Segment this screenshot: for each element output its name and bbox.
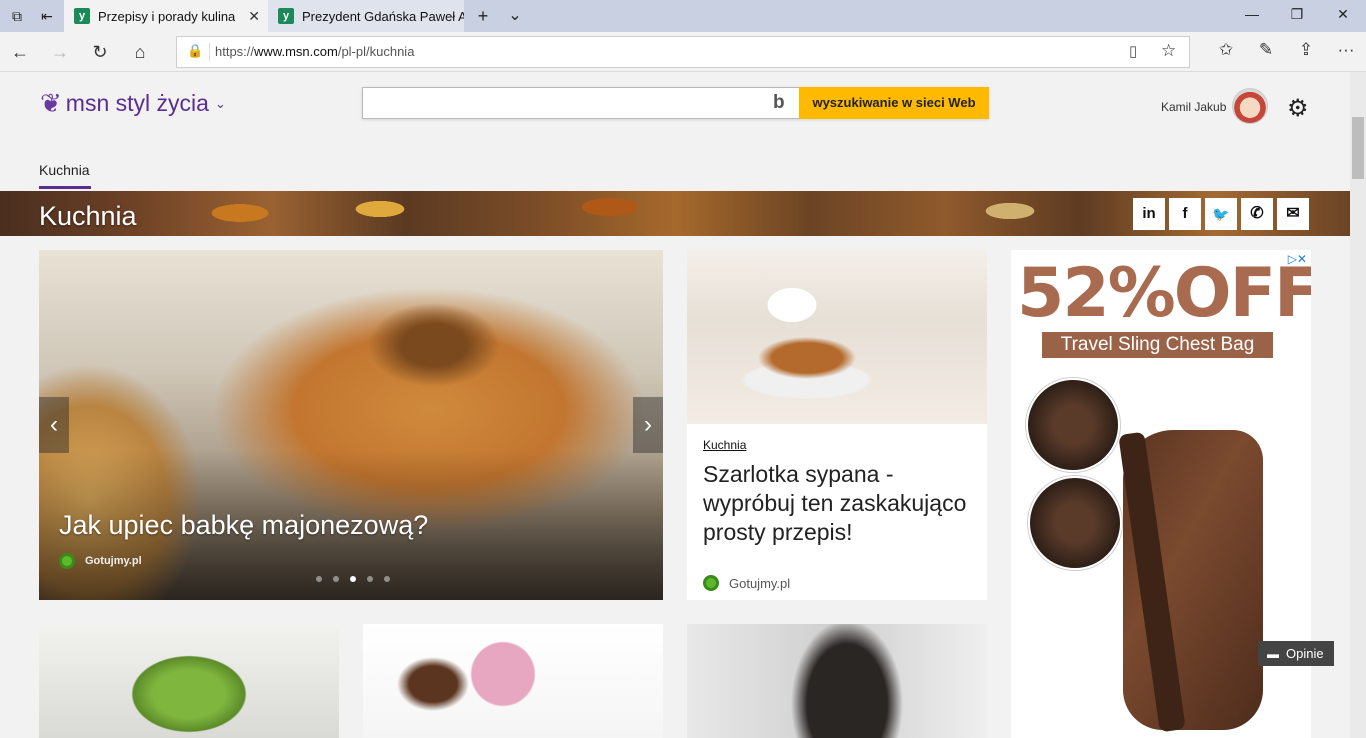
refresh-icon[interactable]: ↻ <box>88 40 112 64</box>
tab-title: Przepisy i porady kulina <box>98 8 236 24</box>
slider-dots <box>316 576 390 582</box>
forward-icon[interactable]: → <box>48 40 72 64</box>
hero-source[interactable]: Gotujmy.pl <box>59 553 142 569</box>
feedback-button[interactable]: ▬ Opinie <box>1258 641 1334 666</box>
article-tile[interactable] <box>363 624 663 738</box>
article-tile[interactable] <box>687 624 987 738</box>
hero-title[interactable]: Jak upiec babkę majonezową? <box>59 510 428 541</box>
url-separator <box>209 43 210 61</box>
article-source[interactable]: Gotujmy.pl <box>703 575 790 591</box>
ad-detail-image <box>1026 378 1120 472</box>
close-tab-icon[interactable]: ✕ <box>248 8 260 25</box>
article-image[interactable] <box>687 250 987 424</box>
slider-prev-icon[interactable]: ‹ <box>39 397 69 453</box>
ad-subtitle: Travel Sling Chest Bag <box>1042 332 1273 358</box>
home-icon[interactable]: ⌂ <box>128 40 152 64</box>
hero-source-label: Gotujmy.pl <box>85 555 142 567</box>
source-logo-icon <box>703 575 719 591</box>
tab-list-chevron-icon[interactable]: ⌄ <box>506 7 524 25</box>
logo-text: msn styl życia <box>65 90 209 116</box>
article-tile[interactable] <box>39 624 339 738</box>
slider-next-icon[interactable]: › <box>633 397 663 453</box>
scrollbar-thumb[interactable] <box>1352 117 1364 179</box>
msn-logo[interactable]: ❦ msn styl życia ⌄ <box>40 88 226 119</box>
favorite-star-icon[interactable]: ☆ <box>1161 41 1176 61</box>
url-text[interactable]: https://www.msn.com/pl-pl/kuchnia <box>215 44 414 59</box>
chevron-down-icon[interactable]: ⌄ <box>215 96 226 112</box>
slider-dot-active[interactable] <box>350 576 356 582</box>
article-source-label: Gotujmy.pl <box>729 575 791 591</box>
article-category[interactable]: Kuchnia <box>703 438 746 452</box>
gear-icon[interactable]: ⚙ <box>1287 94 1309 123</box>
reading-view-icon[interactable]: ▯ <box>1129 42 1137 60</box>
hero-slider[interactable]: Jak upiec babkę majonezową? Gotujmy.pl ‹… <box>39 250 663 600</box>
article-card[interactable]: Kuchnia Szarlotka sypana - wypróbuj ten … <box>687 250 987 600</box>
new-tab-icon[interactable]: + <box>474 7 492 25</box>
tab-title: Prezydent Gdańska Paweł A <box>302 8 464 24</box>
minimize-icon[interactable]: — <box>1242 6 1262 22</box>
search-box: b wyszukiwanie w sieci Web <box>362 87 989 119</box>
feedback-icon: ▬ <box>1267 647 1279 661</box>
slider-dot[interactable] <box>333 576 339 582</box>
url-field[interactable]: 🔒 https://www.msn.com/pl-pl/kuchnia ▯ ☆ <box>176 36 1190 68</box>
msn-favicon-icon: y <box>74 8 90 24</box>
restore-icon[interactable]: ❐ <box>1287 6 1307 23</box>
ad-detail-image <box>1028 476 1122 570</box>
favorites-hub-icon[interactable]: ✩ <box>1214 40 1238 60</box>
source-logo-icon <box>59 553 75 569</box>
more-icon[interactable]: ··· <box>1334 40 1358 60</box>
section-title: Kuchnia <box>39 201 137 231</box>
user-name[interactable]: Kamil Jakub <box>1161 100 1226 114</box>
msn-favicon-icon: y <box>278 8 294 24</box>
tab-bar: ⧉ ⇤ y Przepisy i porady kulina ✕ y Prezy… <box>0 0 1366 32</box>
feedback-label: Opinie <box>1286 646 1324 661</box>
msn-butterfly-icon: ❦ <box>40 88 62 118</box>
whatsapp-icon[interactable]: ✆ <box>1241 198 1273 230</box>
ad-choices-icon[interactable]: ▷✕ <box>1288 252 1307 266</box>
subnav-active-indicator <box>39 186 91 189</box>
slider-dot[interactable] <box>316 576 322 582</box>
ad-headline: 52%OFF <box>1017 254 1311 333</box>
article-title[interactable]: Szarlotka sypana - wypróbuj ten zaskakuj… <box>703 460 979 547</box>
set-aside-tabs-icon[interactable]: ⇤ <box>38 7 56 25</box>
share-icon[interactable]: ⇪ <box>1294 40 1318 60</box>
close-window-icon[interactable]: ✕ <box>1333 6 1353 23</box>
slider-dot[interactable] <box>367 576 373 582</box>
notes-pen-icon[interactable]: ✎ <box>1254 40 1278 60</box>
linkedin-icon[interactable]: in <box>1133 198 1165 230</box>
email-icon[interactable]: ✉ <box>1277 198 1309 230</box>
search-input[interactable] <box>363 88 795 118</box>
lock-icon: 🔒 <box>187 43 204 58</box>
web-search-button[interactable]: wyszukiwanie w sieci Web <box>799 87 989 119</box>
slider-dot[interactable] <box>384 576 390 582</box>
back-icon[interactable]: ← <box>8 40 32 64</box>
twitter-icon[interactable]: 🐦 <box>1205 198 1237 230</box>
msn-page: ❦ msn styl życia ⌄ b wyszukiwanie w siec… <box>0 72 1350 738</box>
avatar[interactable] <box>1232 88 1268 124</box>
facebook-icon[interactable]: f <box>1169 198 1201 230</box>
address-bar: ← → ↻ ⌂ 🔒 https://www.msn.com/pl-pl/kuch… <box>0 32 1366 72</box>
bing-icon: b <box>773 92 785 113</box>
tab-przepisy[interactable]: y Przepisy i porady kulina ✕ <box>64 0 268 32</box>
tab-prezydent[interactable]: y Prezydent Gdańska Paweł A <box>268 0 464 32</box>
tab-actions-icon[interactable]: ⧉ <box>8 7 26 25</box>
subnav-item-kuchnia[interactable]: Kuchnia <box>39 162 90 178</box>
